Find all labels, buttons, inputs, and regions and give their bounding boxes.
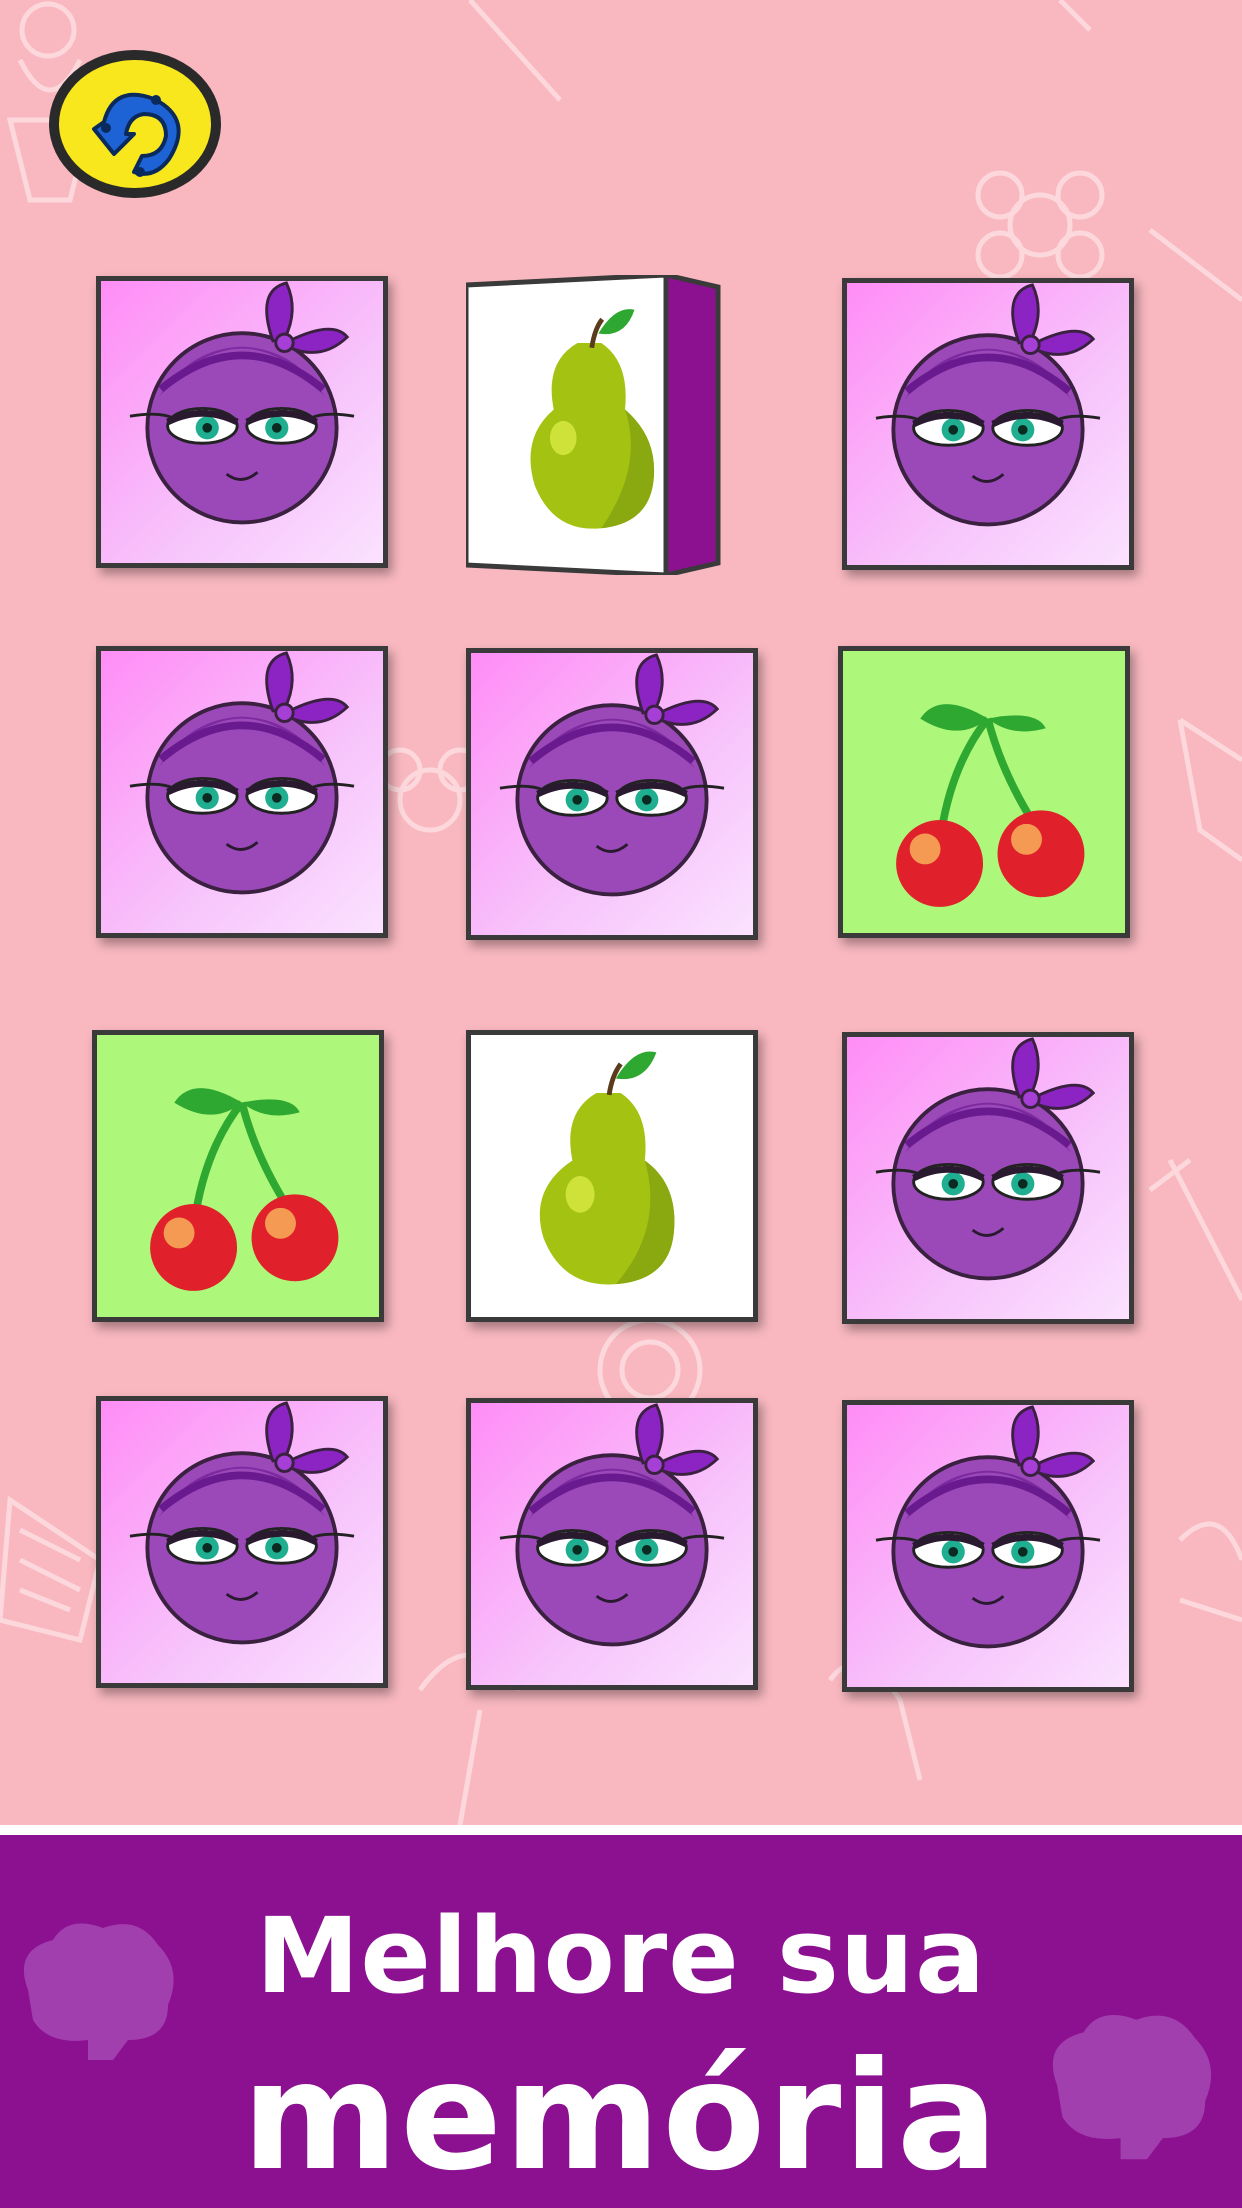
blueberry-girl-icon xyxy=(101,281,383,563)
memory-card-4[interactable] xyxy=(96,646,388,938)
memory-card-2-flipping[interactable] xyxy=(466,275,724,575)
memory-card-6[interactable] xyxy=(838,646,1130,938)
memory-card-10[interactable] xyxy=(96,1396,388,1688)
back-button[interactable] xyxy=(44,44,226,204)
memory-card-1[interactable] xyxy=(96,276,388,568)
memory-card-11[interactable] xyxy=(466,1398,758,1690)
blueberry-girl-icon xyxy=(471,1403,753,1685)
blueberry-girl-icon xyxy=(101,1401,383,1683)
blueberry-girl-icon xyxy=(101,651,383,933)
memory-card-3[interactable] xyxy=(842,278,1134,570)
memory-card-7[interactable] xyxy=(92,1030,384,1322)
memory-card-5[interactable] xyxy=(466,648,758,940)
blueberry-girl-icon xyxy=(847,1037,1129,1319)
banner-line-1: Melhore sua xyxy=(255,1895,987,2017)
memory-card-12[interactable] xyxy=(842,1400,1134,1692)
pear-icon xyxy=(471,1035,753,1317)
cherry-icon xyxy=(843,651,1125,933)
memory-card-9[interactable] xyxy=(842,1032,1134,1324)
cherry-icon xyxy=(97,1035,379,1317)
memory-card-8[interactable] xyxy=(466,1030,758,1322)
banner-line-2: memória xyxy=(242,2030,1000,2204)
blueberry-girl-icon xyxy=(847,1405,1129,1687)
blueberry-girl-icon xyxy=(471,653,753,935)
blueberry-girl-icon xyxy=(847,283,1129,565)
